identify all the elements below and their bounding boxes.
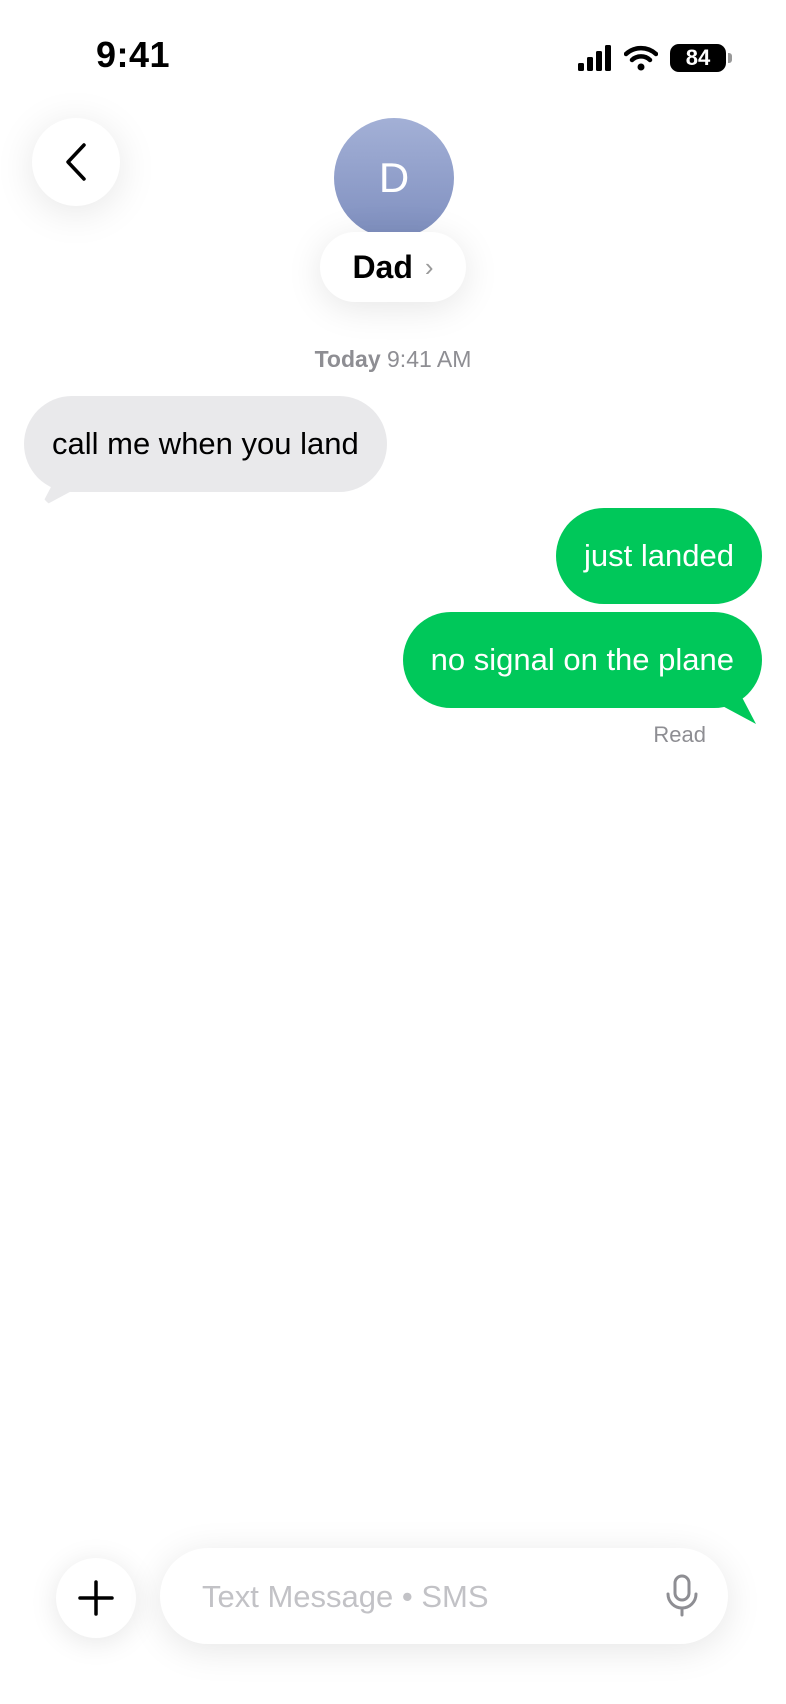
- contact-name: Dad: [352, 248, 413, 285]
- add-attachment-button[interactable]: [56, 1558, 136, 1638]
- message-composer: [160, 1548, 728, 1646]
- microphone-icon[interactable]: [662, 1574, 702, 1618]
- message-input[interactable]: [200, 1548, 644, 1646]
- battery-level: 84: [670, 44, 726, 72]
- outgoing-bubble-tail: [722, 698, 756, 724]
- contact-avatar[interactable]: D: [334, 118, 454, 238]
- battery-icon: 84: [670, 44, 732, 72]
- chevron-left-icon: [66, 143, 86, 181]
- back-button[interactable]: [32, 118, 120, 206]
- incoming-bubble-tail: [40, 482, 74, 508]
- status-time: 9:41: [96, 34, 171, 75]
- conversation-timestamp: Today 9:41 AM: [0, 346, 786, 373]
- cellular-signal-icon: [578, 45, 611, 71]
- read-receipt: Read: [653, 722, 706, 747]
- timestamp-time: 9:41 AM: [387, 346, 472, 372]
- timestamp-day: Today: [314, 346, 381, 372]
- outgoing-message-bubble[interactable]: just landed: [556, 508, 762, 604]
- chevron-right-icon: ›: [424, 251, 434, 282]
- contact-name-button[interactable]: Dad ›: [320, 232, 466, 302]
- wifi-icon: [624, 45, 658, 71]
- plus-icon: [78, 1580, 114, 1616]
- outgoing-message-bubble[interactable]: no signal on the plane: [402, 612, 762, 708]
- incoming-message-bubble[interactable]: call me when you land: [24, 396, 387, 492]
- status-icons: 84: [578, 44, 732, 72]
